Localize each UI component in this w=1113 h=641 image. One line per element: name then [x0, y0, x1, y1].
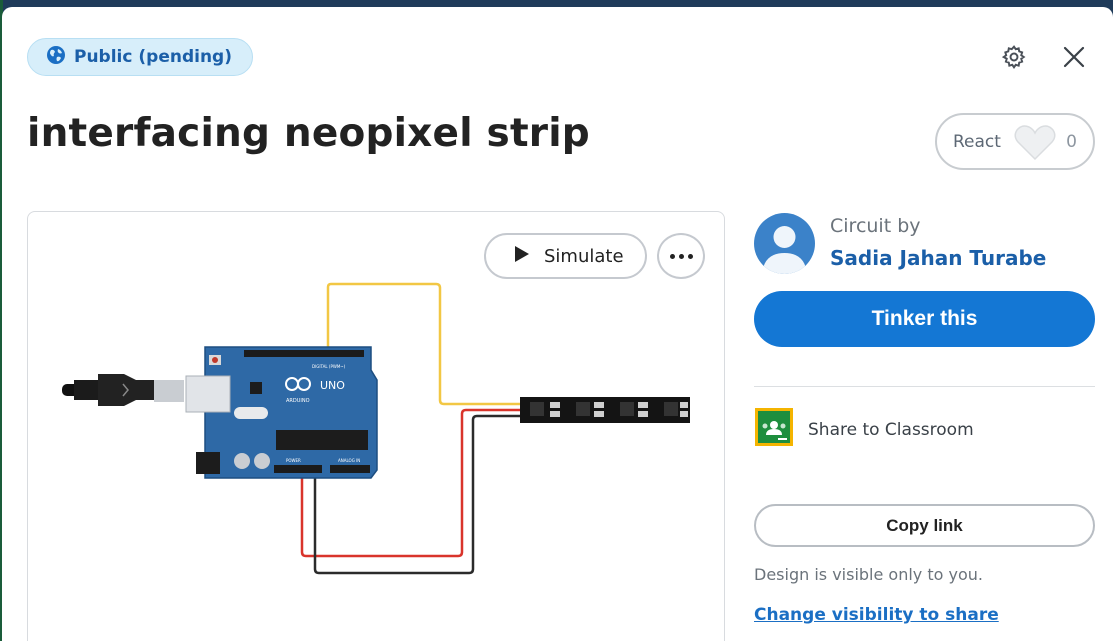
google-classroom-icon — [754, 407, 794, 452]
share-to-classroom-label: Share to Classroom — [808, 419, 974, 440]
react-count: 0 — [1066, 131, 1077, 152]
board-brand-label: ARDUINO — [286, 398, 310, 404]
author-avatar[interactable] — [754, 213, 815, 274]
simulate-label: Simulate — [544, 245, 624, 267]
author-name-link[interactable]: Sadia Jahan Turabe — [830, 246, 1046, 270]
arduino-uno-board — [185, 346, 378, 479]
visibility-badge[interactable]: Public (pending) — [27, 38, 253, 76]
heart-icon — [1013, 123, 1057, 161]
close-icon — [1063, 46, 1085, 71]
ground-wire — [313, 414, 522, 575]
usb-cable — [62, 374, 184, 406]
analog-pins-label: ANALOG IN — [338, 458, 360, 463]
more-options-button[interactable] — [657, 233, 705, 279]
divider — [754, 386, 1095, 387]
react-label: React — [953, 131, 1001, 152]
share-to-classroom-button[interactable]: Share to Classroom — [754, 407, 974, 452]
globe-icon — [46, 45, 66, 70]
power-pins-label: POWER — [286, 458, 301, 463]
play-icon — [514, 245, 530, 268]
digital-pins-label: DIGITAL (PWM~) — [312, 364, 346, 369]
simulate-button[interactable]: Simulate — [484, 233, 647, 279]
author-by-label: Circuit by — [830, 215, 921, 237]
visibility-badge-label: Public (pending) — [74, 47, 232, 67]
more-options-icon — [669, 253, 693, 259]
change-visibility-link[interactable]: Change visibility to share — [754, 605, 999, 625]
project-title: interfacing neopixel strip — [27, 111, 590, 156]
circuit-preview[interactable]: Simulate UNO ARDUINO DIGITAL (PWM~) POWE… — [27, 211, 725, 641]
board-model-label: UNO — [320, 379, 345, 392]
gear-icon — [1001, 44, 1027, 73]
neopixel-strip — [520, 397, 690, 423]
close-button[interactable] — [1057, 41, 1091, 75]
design-details-modal: Public (pending) interfacing neopixel st… — [2, 7, 1113, 641]
power-wire — [300, 408, 522, 558]
react-button[interactable]: React 0 — [935, 113, 1095, 170]
visibility-note: Design is visible only to you. — [754, 565, 983, 584]
copy-link-button[interactable]: Copy link — [754, 504, 1095, 547]
signal-wire — [326, 282, 522, 406]
settings-button[interactable] — [997, 41, 1031, 75]
tinker-this-button[interactable]: Tinker this — [754, 291, 1095, 347]
